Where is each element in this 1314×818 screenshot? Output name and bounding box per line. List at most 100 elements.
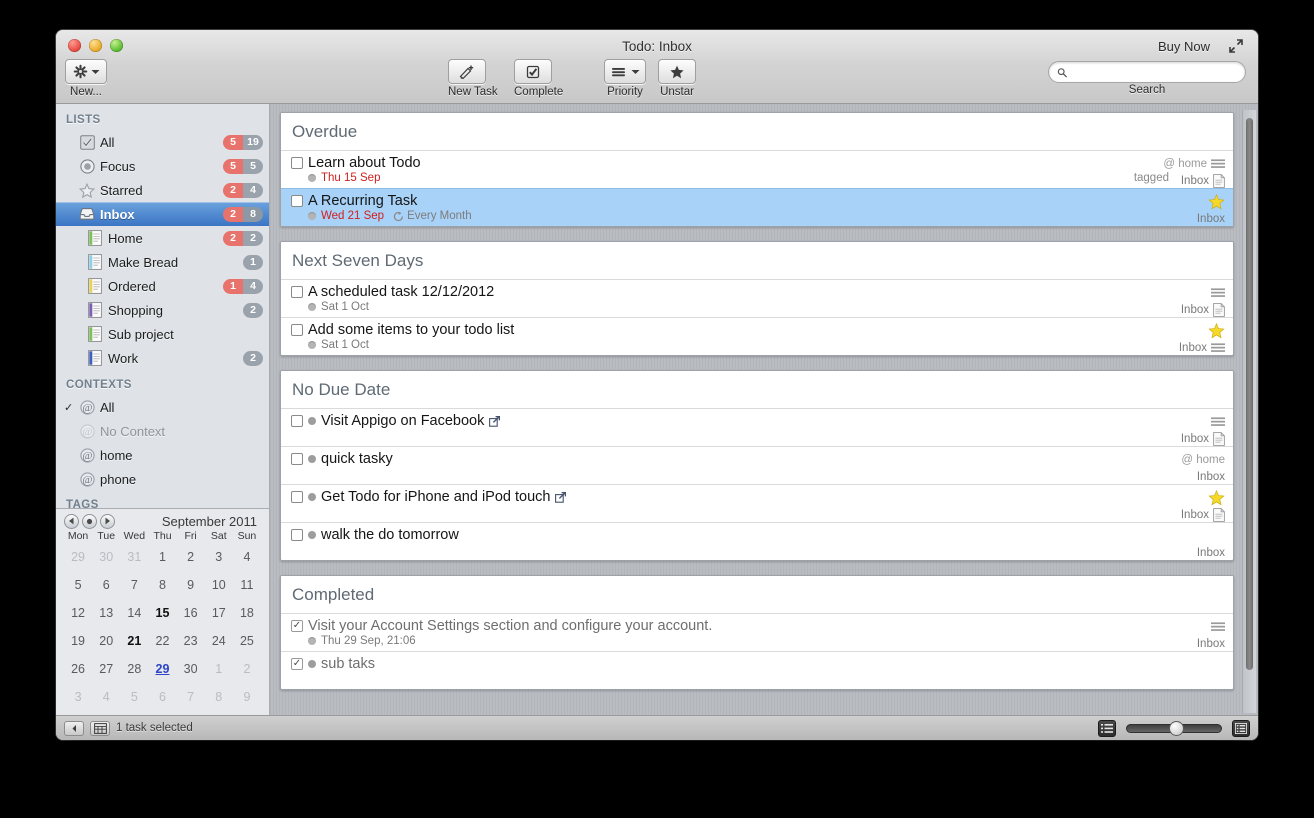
sidebar-item-ordered[interactable]: Ordered 1 4 [56,274,269,298]
fullscreen-icon[interactable] [1228,38,1244,54]
calendar-day[interactable]: 12 [64,599,92,627]
calendar-day[interactable]: 9 [177,571,205,599]
calendar-day[interactable]: 21 [120,627,148,655]
calendar-day[interactable]: 17 [205,599,233,627]
calendar-day[interactable]: 1 [148,543,176,571]
sidebar-item-sub-project[interactable]: Sub project [56,322,269,346]
calendar-prev-button[interactable] [64,513,79,529]
calendar-day[interactable]: 8 [205,683,233,711]
task-checkbox[interactable] [291,286,303,298]
calendar-day[interactable]: 16 [177,599,205,627]
calendar-day[interactable]: 30 [92,543,120,571]
note-document-icon[interactable] [1213,431,1225,446]
calendar-day[interactable]: 5 [64,571,92,599]
calendar-next-button[interactable] [100,513,115,529]
calendar-day[interactable]: 2 [233,655,261,683]
sidebar-item-home[interactable]: Home 2 2 [56,226,269,250]
complete-button-face[interactable] [514,59,552,84]
calendar-day[interactable]: 15 [148,599,176,627]
buy-now-button[interactable]: Buy Now [1158,39,1210,54]
note-document-icon[interactable] [1213,302,1225,317]
task-checkbox[interactable]: ✓ [291,620,303,632]
calendar-day[interactable]: 4 [92,683,120,711]
calendar-day[interactable]: 8 [148,571,176,599]
calendar-day[interactable]: 29 [64,543,92,571]
task-checkbox[interactable] [291,529,303,541]
calendar-day[interactable]: 24 [205,627,233,655]
task-row[interactable]: Learn about Todo Thu 15 Sep @ home Inbox tag… [281,150,1233,188]
calendar-day[interactable]: 9 [233,683,261,711]
calendar-day[interactable]: 28 [120,655,148,683]
complete-button[interactable]: Complete [514,59,563,98]
calendar-day[interactable]: 1 [205,655,233,683]
calendar-day[interactable]: 26 [64,655,92,683]
calendar-toggle-button[interactable] [90,720,110,736]
priority-lines-icon[interactable] [1211,621,1225,632]
unstar-button[interactable]: Unstar [658,59,696,98]
priority-lines-icon[interactable] [1211,342,1225,353]
context-item-all[interactable]: ✓ @ All [56,395,269,419]
calendar-day[interactable]: 27 [92,655,120,683]
sidebar-item-inbox[interactable]: Inbox 2 8 [56,202,269,226]
context-item-home[interactable]: @ home [56,443,269,467]
task-checkbox[interactable] [291,157,303,169]
star-filled-icon[interactable] [1208,193,1225,210]
note-document-icon[interactable] [1213,507,1225,522]
sidebar-item-work[interactable]: Work 2 [56,346,269,370]
row-size-slider[interactable] [1126,720,1222,737]
calendar-day[interactable]: 5 [120,683,148,711]
calendar-day[interactable]: 23 [177,627,205,655]
sidebar-item-all[interactable]: All 5 19 [56,130,269,154]
context-item-phone[interactable]: @ phone [56,467,269,491]
star-filled-icon[interactable] [1208,489,1225,506]
new-task-button-face[interactable] [448,59,486,84]
task-checkbox[interactable] [291,415,303,427]
calendar-day[interactable]: 19 [64,627,92,655]
task-checkbox[interactable] [291,491,303,503]
priority-lines-icon[interactable] [1211,287,1225,298]
sidebar-item-make-bread[interactable]: Make Bread 1 [56,250,269,274]
context-item-no-context[interactable]: @ No Context [56,419,269,443]
calendar-day[interactable]: 7 [120,571,148,599]
toggle-sidebar-button[interactable] [64,720,84,736]
new-task-button[interactable]: New Task [448,59,498,98]
calendar-day[interactable]: 3 [64,683,92,711]
task-checkbox[interactable] [291,324,303,336]
calendar-day[interactable]: 6 [148,683,176,711]
new-menu-button-face[interactable] [65,59,107,84]
calendar-day[interactable]: 6 [92,571,120,599]
external-link-icon[interactable] [555,491,567,503]
compact-view-button[interactable] [1098,719,1116,737]
sidebar-item-shopping[interactable]: Shopping 2 [56,298,269,322]
search-field[interactable] [1048,61,1246,83]
calendar-day[interactable]: 4 [233,543,261,571]
calendar-day[interactable]: 31 [120,543,148,571]
calendar-day[interactable]: 3 [205,543,233,571]
priority-button-face[interactable] [604,59,646,84]
vertical-scrollbar[interactable] [1242,110,1256,713]
scrollbar-thumb[interactable] [1246,118,1253,670]
sidebar-item-starred[interactable]: Starred 2 4 [56,178,269,202]
task-row[interactable]: Visit Appigo on Facebook Inbox [281,408,1233,446]
calendar-day[interactable]: 18 [233,599,261,627]
task-row[interactable]: A scheduled task 12/12/2012 Sat 1 Oct Inbo… [281,279,1233,317]
calendar-day[interactable]: 25 [233,627,261,655]
task-row[interactable]: quick tasky @ home Inbox [281,446,1233,484]
task-row[interactable]: A Recurring Task Wed 21 Sep Every Month Inb… [281,188,1233,226]
new-menu-button[interactable]: New... [65,59,107,98]
task-row[interactable]: Add some items to your todo list Sat 1 Oc… [281,317,1233,355]
task-checkbox[interactable] [291,195,303,207]
priority-button[interactable]: Priority [604,59,646,98]
detailed-view-button[interactable] [1232,719,1250,737]
calendar-day[interactable]: 7 [177,683,205,711]
calendar-day[interactable]: 14 [120,599,148,627]
calendar-day-today[interactable]: 29 [148,655,176,683]
calendar-day[interactable]: 2 [177,543,205,571]
priority-lines-icon[interactable] [1211,158,1225,169]
note-document-icon[interactable] [1213,173,1225,188]
sidebar-item-focus[interactable]: Focus 5 5 [56,154,269,178]
calendar-day[interactable]: 11 [233,571,261,599]
star-filled-icon[interactable] [1208,322,1225,339]
external-link-icon[interactable] [489,415,501,427]
calendar-day[interactable]: 10 [205,571,233,599]
